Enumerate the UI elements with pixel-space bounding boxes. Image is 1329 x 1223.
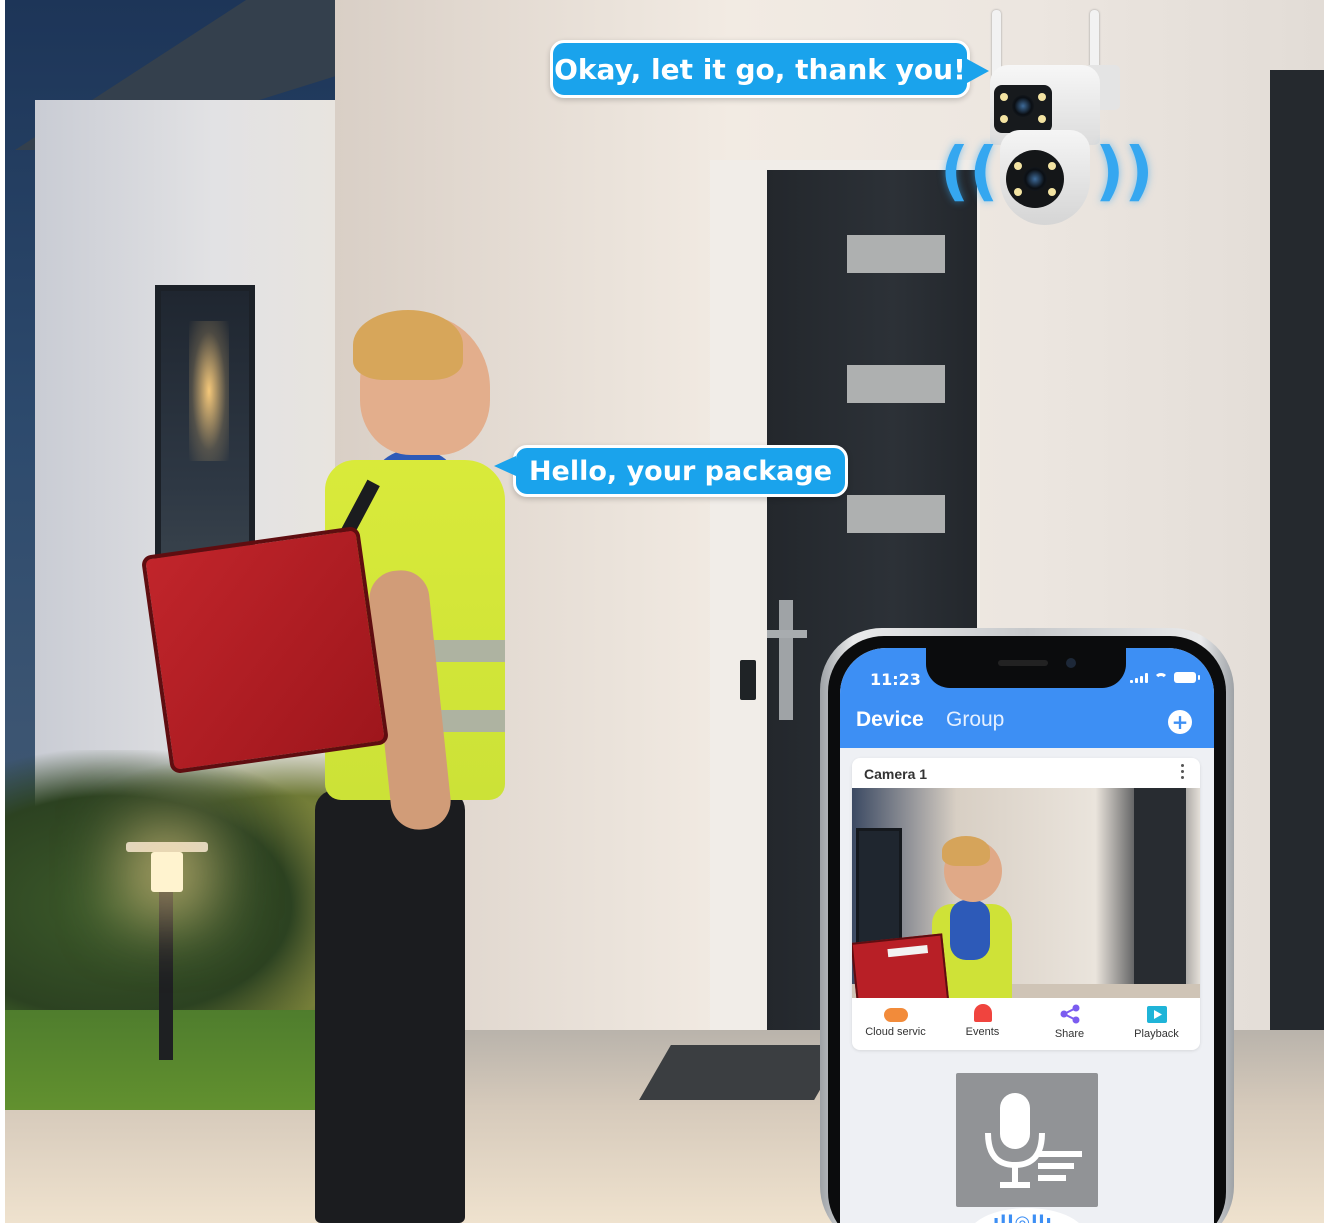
camera-led <box>1048 188 1056 196</box>
doormat <box>639 1045 846 1100</box>
courier-trousers <box>315 790 465 1223</box>
side-door <box>1270 70 1324 1180</box>
live-view-thumbnail[interactable] <box>852 788 1200 998</box>
camera-upper-lens-panel <box>994 85 1052 133</box>
events-button[interactable]: Events <box>939 998 1026 1050</box>
front-camera <box>1066 658 1076 668</box>
bell-icon <box>973 1004 992 1022</box>
sound-wave-right-icon: )) <box>1095 135 1154 209</box>
tab-device[interactable]: Device <box>856 708 924 732</box>
delivery-courier <box>140 310 535 1223</box>
app-header: Device Group + <box>840 696 1214 748</box>
sound-wave-left-icon: (( <box>940 135 999 209</box>
courier-speech-bubble: Hello, your package <box>494 445 848 497</box>
play-icon <box>1146 1004 1168 1024</box>
microphone-icon <box>985 1093 1082 1188</box>
action-label: Playback <box>1134 1028 1179 1040</box>
share-icon <box>1059 1004 1081 1024</box>
door-glass-pane <box>847 495 945 533</box>
plus-circle-icon: + <box>1171 710 1189 734</box>
camera-lens <box>1023 167 1047 191</box>
camera-led <box>1038 115 1046 123</box>
live-view-door <box>1134 788 1186 998</box>
door-handle <box>779 600 793 720</box>
earpiece <box>998 660 1048 666</box>
status-time: 11:23 <box>870 670 921 689</box>
playback-button[interactable]: Playback <box>1113 998 1200 1050</box>
signal-icon <box>1130 672 1148 683</box>
live-view-courier-shirt <box>950 900 990 960</box>
camera-actions: Cloud servic Events Share Playback <box>852 998 1200 1050</box>
camera-led <box>1014 162 1022 170</box>
camera-led <box>1038 93 1046 101</box>
camera-lower-lens-panel <box>1006 150 1064 208</box>
action-label: Events <box>965 1026 1000 1038</box>
camera-card: Camera 1 Cloud servic Events Share Playb… <box>852 758 1200 1050</box>
door-glass-pane <box>847 365 945 403</box>
camera-led <box>1000 115 1008 123</box>
camera-name: Camera 1 <box>864 766 928 782</box>
camera-led <box>1014 188 1022 196</box>
delivery-backpack <box>140 525 390 775</box>
wifi-icon <box>1154 672 1168 683</box>
action-label: Share <box>1054 1028 1085 1040</box>
voice-wave-icon: ıll◎llı <box>993 1212 1053 1223</box>
camera-ptz-dome <box>1000 130 1090 225</box>
doorbell <box>740 660 756 700</box>
phone-bezel: 11:23 Device Group + Camera 1 Cloud serv… <box>828 636 1226 1223</box>
add-device-button[interactable]: + <box>1168 710 1192 734</box>
more-options-icon[interactable] <box>1181 764 1184 779</box>
courier-hair <box>353 310 463 380</box>
phone-notch <box>926 648 1126 688</box>
share-button[interactable]: Share <box>1026 998 1113 1050</box>
battery-icon <box>1174 672 1200 683</box>
live-view-courier-hair <box>942 836 990 866</box>
voice-indicator: ıll◎llı <box>967 1208 1087 1223</box>
door-glass-pane <box>847 235 945 273</box>
smartphone: 11:23 Device Group + Camera 1 Cloud serv… <box>820 628 1234 1223</box>
camera-led <box>1048 162 1056 170</box>
door-handle-lever <box>767 630 807 638</box>
status-icons <box>1130 672 1200 683</box>
camera-speech-bubble: Okay, let it go, thank you! <box>550 40 989 98</box>
camera-led <box>1000 93 1008 101</box>
action-label: Cloud servic <box>865 1026 926 1038</box>
tab-group[interactable]: Group <box>946 708 1004 732</box>
camera-lens <box>1012 95 1034 117</box>
photo-scene: (( )) Okay, let it go, thank you! Hello,… <box>5 0 1324 1223</box>
cloud-icon <box>883 1008 908 1022</box>
talk-button[interactable] <box>956 1073 1098 1207</box>
live-view-bag <box>852 933 950 998</box>
cloud-service-button[interactable]: Cloud servic <box>852 998 939 1050</box>
app-screen: 11:23 Device Group + Camera 1 Cloud serv… <box>840 648 1214 1223</box>
